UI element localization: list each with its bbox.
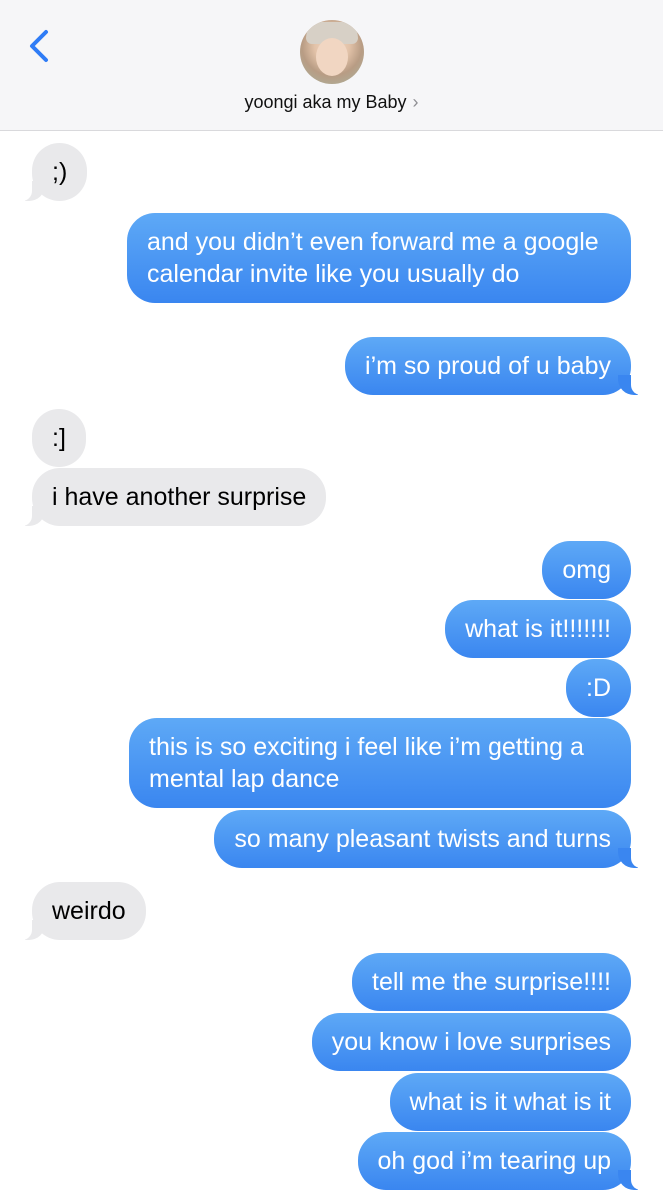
message-bubble-outgoing[interactable]: what is it!!!!!!!: [445, 600, 631, 658]
message-bubble-outgoing[interactable]: i’m so proud of u baby: [345, 337, 643, 395]
conversation-header: yoongi aka my Baby ›: [0, 0, 663, 131]
message-bubble-outgoing[interactable]: omg: [542, 541, 631, 599]
message-bubble-outgoing[interactable]: so many pleasant twists and turns: [214, 810, 643, 868]
message-text: :]: [52, 424, 66, 452]
message-bubble-outgoing[interactable]: oh god i’m tearing up: [357, 1132, 644, 1190]
message-bubble-outgoing[interactable]: this is so exciting i feel like i’m gett…: [129, 718, 631, 808]
message-text: ;): [52, 158, 68, 186]
message-text: so many pleasant twists and turns: [234, 825, 611, 853]
message-text: what is it what is it: [409, 1088, 611, 1116]
message-text: this is so exciting i feel like i’m gett…: [149, 733, 584, 793]
message-bubble-outgoing[interactable]: tell me the surprise!!!!: [352, 953, 631, 1011]
back-button[interactable]: [22, 26, 62, 66]
contact-avatar[interactable]: [300, 20, 364, 84]
contact-name: yoongi aka my Baby: [244, 92, 407, 112]
message-bubble-incoming[interactable]: :]: [32, 409, 86, 467]
chevron-left-icon: [30, 30, 48, 62]
message-text: what is it!!!!!!!: [465, 615, 611, 643]
chevron-right-icon: ›: [412, 92, 419, 112]
message-bubble-outgoing[interactable]: you know i love surprises: [311, 1013, 631, 1071]
message-text: i have another surprise: [52, 483, 307, 511]
message-text: and you didn’t even forward me a google …: [147, 228, 599, 288]
message-bubble-outgoing[interactable]: what is it what is it: [389, 1073, 631, 1131]
message-text: weirdo: [52, 897, 126, 925]
message-text: you know i love surprises: [331, 1028, 611, 1056]
message-text: i’m so proud of u baby: [365, 352, 611, 380]
message-text: omg: [562, 556, 611, 584]
message-bubble-incoming[interactable]: i have another surprise: [19, 468, 327, 526]
message-bubble-incoming[interactable]: weirdo: [20, 882, 146, 940]
contact-name-button[interactable]: yoongi aka my Baby ›: [0, 92, 663, 113]
message-bubble-outgoing[interactable]: :D: [566, 659, 631, 717]
message-text: tell me the surprise!!!!: [372, 968, 611, 996]
message-text: :D: [586, 674, 611, 702]
message-text: oh god i’m tearing up: [377, 1147, 611, 1175]
message-bubble-incoming[interactable]: ;): [19, 143, 88, 201]
message-bubble-outgoing[interactable]: and you didn’t even forward me a google …: [127, 213, 631, 303]
